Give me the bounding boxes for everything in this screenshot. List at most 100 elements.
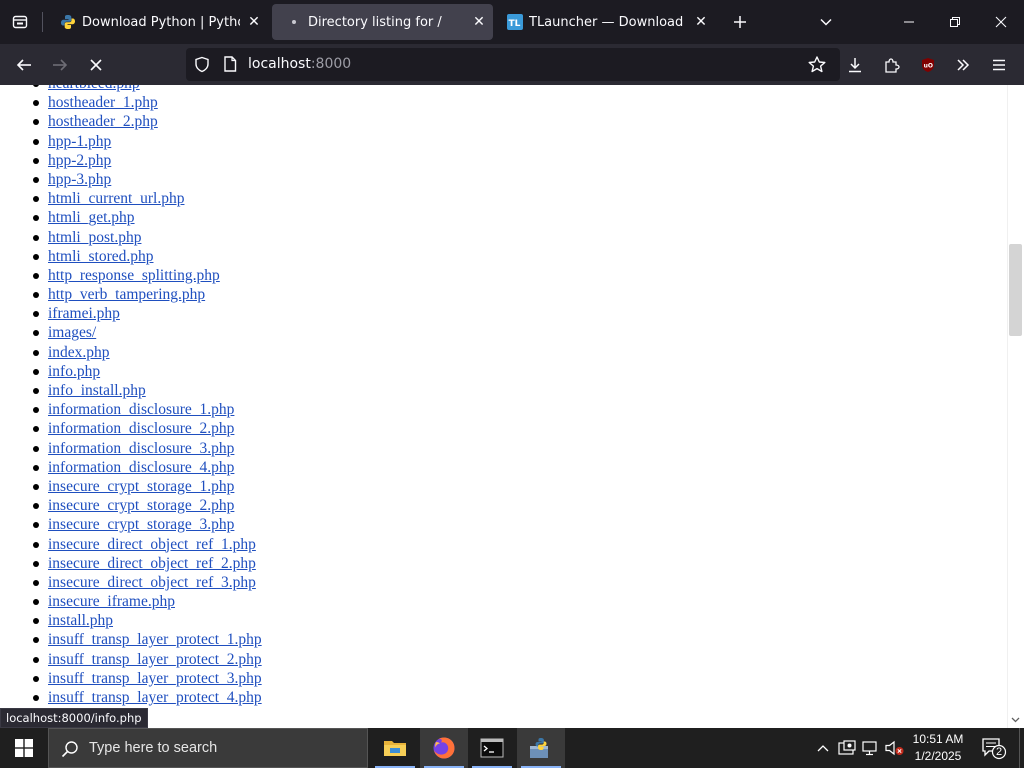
file-link[interactable]: heartbleed.php [48,85,140,92]
address-bar[interactable]: localhost:8000 [186,48,840,81]
file-link[interactable]: insecure_crypt_storage_3.php [48,516,234,533]
list-item: insecure_direct_object_ref_3.php [33,573,262,592]
forward-button[interactable] [44,49,76,81]
tab-python[interactable]: Download Python | Python.org ✕ [46,4,268,40]
double-chevron-right-icon [957,59,970,71]
list-item: insuff_transp_layer_protect_4.php [33,688,262,707]
volume-muted-icon [885,740,904,756]
list-item: images/ [33,323,262,342]
bookmark-star-icon[interactable] [808,56,826,78]
file-link[interactable]: hostheader_1.php [48,94,158,111]
firefox-view-button[interactable] [0,0,40,44]
stop-icon [90,59,102,71]
close-window-button[interactable] [978,0,1024,44]
close-tab-icon[interactable]: ✕ [240,8,268,36]
file-link[interactable]: insecure_crypt_storage_2.php [48,497,234,514]
python-installer-icon [530,738,548,758]
restore-button[interactable] [932,0,978,44]
file-link[interactable]: install.php [48,612,113,629]
list-item: hostheader_2.php [33,112,262,131]
taskbar-firefox[interactable] [420,728,468,768]
extensions-button[interactable] [876,49,908,81]
system-clock[interactable]: 10:51 AM 1/2/2025 [906,731,970,765]
notification-center-button[interactable]: 2 [980,736,1008,760]
file-link[interactable]: htmli_current_url.php [48,190,184,207]
arrow-right-icon [53,59,68,71]
file-link[interactable]: iframei.php [48,305,120,322]
stop-loading-button[interactable] [80,49,112,81]
file-link[interactable]: http_verb_tampering.php [48,286,205,303]
show-desktop-button[interactable] [1019,728,1024,768]
file-link[interactable]: insecure_iframe.php [48,593,175,610]
minimize-button[interactable] [886,0,932,44]
file-link[interactable]: htmli_post.php [48,229,141,246]
taskbar-python-installer[interactable] [517,728,565,768]
volume-button[interactable] [885,738,905,758]
file-link[interactable]: insuff_transp_layer_protect_4.php [48,689,262,706]
list-item: htmli_post.php [33,228,262,247]
file-link[interactable]: hpp-3.php [48,171,111,188]
page-info-icon[interactable] [223,56,237,77]
more-tools-button[interactable] [947,49,979,81]
tab-tlauncher[interactable]: TL TLauncher — Download Minecraft ✕ [497,4,715,40]
shield-icon[interactable] [194,56,210,78]
list-item: insecure_crypt_storage_2.php [33,496,262,515]
file-link[interactable]: hpp-2.php [48,152,111,169]
list-item: insecure_crypt_storage_1.php [33,477,262,496]
file-link[interactable]: hostheader_2.php [48,113,158,130]
file-link[interactable]: insuff_transp_layer_protect_1.php [48,631,262,648]
show-hidden-icons-button[interactable] [813,738,833,758]
file-link[interactable]: information_disclosure_3.php [48,440,234,457]
downloads-button[interactable] [839,49,871,81]
file-link[interactable]: insecure_direct_object_ref_1.php [48,536,256,553]
list-item: insuff_transp_layer_protect_1.php [33,630,262,649]
file-link[interactable]: insecure_direct_object_ref_3.php [48,574,256,591]
new-tab-button[interactable] [726,8,754,36]
file-link[interactable]: insuff_transp_layer_protect_2.php [48,651,262,668]
close-tab-icon[interactable]: ✕ [465,8,493,36]
back-button[interactable] [8,49,40,81]
file-link[interactable]: information_disclosure_4.php [48,459,234,476]
file-link[interactable]: http_response_splitting.php [48,267,220,284]
notification-count: 2 [995,746,1003,758]
tab-title: Directory listing for / [308,14,442,30]
start-button[interactable] [0,728,48,768]
file-link[interactable]: info.php [48,363,100,380]
app-menu-button[interactable] [983,49,1015,81]
file-link[interactable]: info_install.php [48,382,146,399]
file-link[interactable]: images/ [48,324,96,341]
svg-text:uO: uO [924,63,933,70]
tab-directory-listing[interactable]: Directory listing for / ✕ [272,4,493,40]
scroll-down-arrow[interactable] [1007,712,1024,728]
file-link[interactable]: htmli_stored.php [48,248,153,265]
page-content: heartbleed.php hostheader_1.php hostheader… [0,85,1007,728]
tab-separator [42,12,43,32]
file-link[interactable]: htmli_get.php [48,209,135,226]
taskbar-file-explorer[interactable] [371,728,419,768]
taskbar-search-box[interactable]: Type here to search [48,728,368,768]
arrow-left-icon [16,59,31,71]
list-item: install.php [33,611,262,630]
file-link[interactable]: insuff_transp_layer_protect_3.php [48,670,262,687]
list-item: insecure_iframe.php [33,592,262,611]
file-link[interactable]: information_disclosure_2.php [48,420,234,437]
close-tab-icon[interactable]: ✕ [687,8,715,36]
url-text[interactable]: localhost:8000 [248,56,351,72]
scrollbar-thumb[interactable] [1009,244,1022,336]
file-link[interactable]: insecure_direct_object_ref_2.php [48,555,256,572]
network-icon [862,741,877,756]
list-item: information_disclosure_3.php [33,439,262,458]
file-link[interactable]: index.php [48,344,110,361]
taskbar-terminal[interactable] [468,728,516,768]
list-item: hpp-3.php [33,170,262,189]
file-link[interactable]: information_disclosure_1.php [48,401,234,418]
navigation-toolbar: localhost:8000 uO [0,44,1024,85]
vertical-scrollbar[interactable] [1007,85,1024,728]
list-all-tabs-button[interactable] [812,8,840,36]
ublock-origin-button[interactable]: uO [912,49,944,81]
file-link[interactable]: hpp-1.php [48,133,111,150]
file-link[interactable]: insecure_crypt_storage_1.php [48,478,234,495]
tray-app-button[interactable] [837,738,857,758]
network-button[interactable] [861,738,881,758]
list-item: info_install.php [33,381,262,400]
